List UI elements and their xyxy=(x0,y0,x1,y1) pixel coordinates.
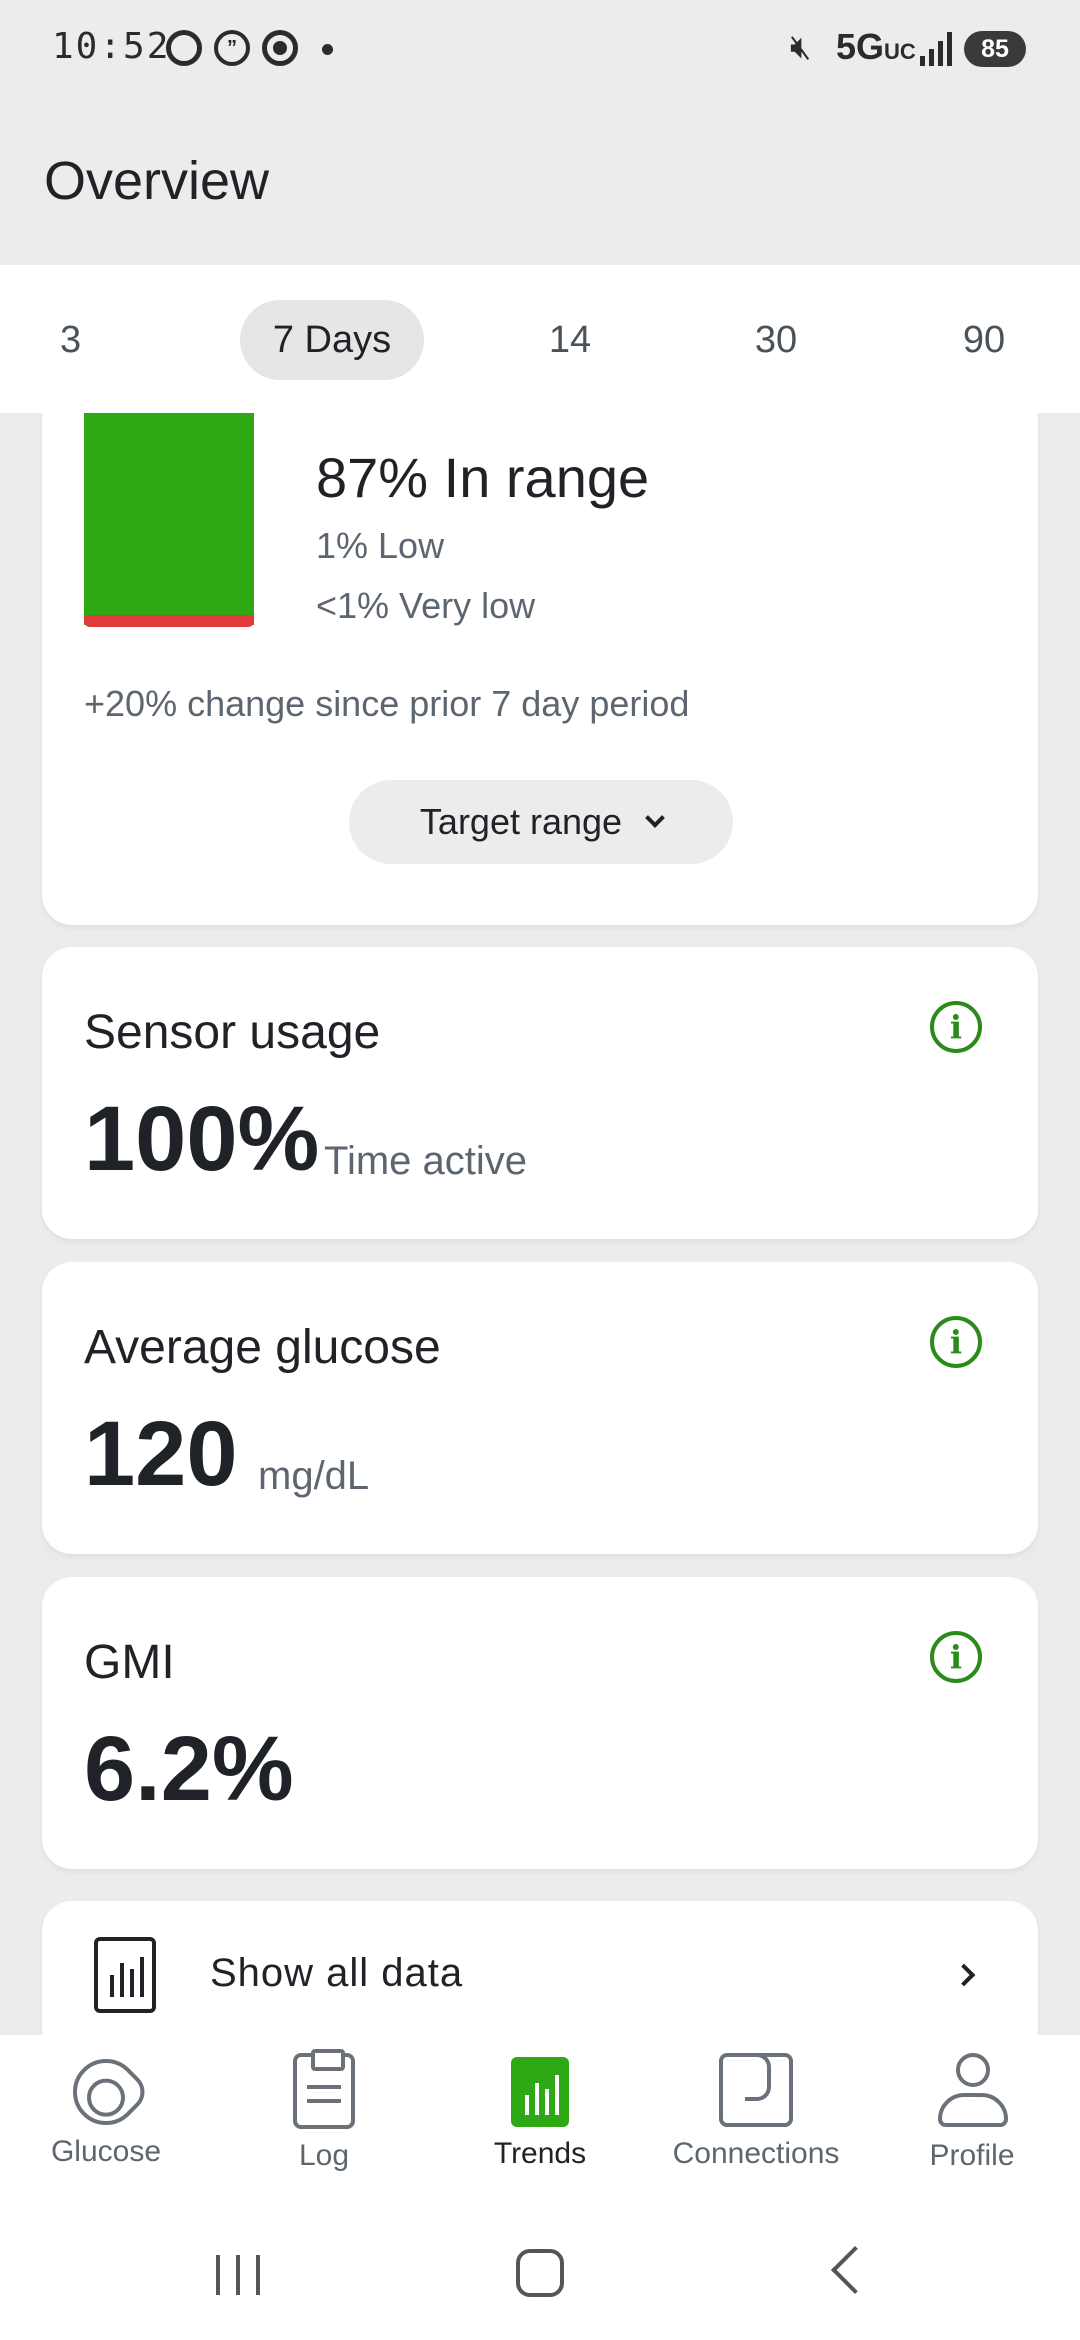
status-bar: 10:52 ” 🔇︎ 5GUC 85 xyxy=(0,0,1080,100)
average-glucose-unit: mg/dL xyxy=(258,1454,370,1498)
content-scroll[interactable]: 87% In range 1% Low <1% Very low +20% ch… xyxy=(0,413,1080,2035)
gmi-value: 6.2% xyxy=(84,1718,294,1820)
nav-profile[interactable]: Profile xyxy=(872,2053,1072,2203)
tab-14-days[interactable]: 14 xyxy=(520,300,620,380)
info-icon[interactable]: i xyxy=(930,1316,982,1368)
chevron-right-icon xyxy=(952,1963,976,1987)
in-range-value: 87% In range xyxy=(316,446,650,509)
sensor-usage-card: Sensor usage i 100% Time active xyxy=(42,947,1038,1239)
nav-label: Trends xyxy=(493,2137,587,2170)
sensor-usage-value: 100% xyxy=(84,1088,320,1190)
overview-screen: 10:52 ” 🔇︎ 5GUC 85 Overview 3 7 Days 14 … xyxy=(0,0,1080,2340)
nav-label: Connections xyxy=(672,2137,840,2170)
target-range-label: Target range xyxy=(419,801,623,842)
bar-chart-icon xyxy=(94,1937,156,2013)
bottom-nav: Glucose Log Trends Connections Profile xyxy=(0,2035,1080,2205)
battery-indicator: 85 xyxy=(964,31,1026,67)
connections-icon xyxy=(719,2053,793,2127)
home-icon[interactable] xyxy=(516,2249,564,2297)
info-icon[interactable]: i xyxy=(930,1631,982,1683)
tab-3-days[interactable]: 3 xyxy=(60,300,81,380)
nav-connections[interactable]: Connections xyxy=(656,2053,856,2203)
average-glucose-title: Average glucose xyxy=(84,1321,441,1374)
signal-icon xyxy=(920,32,952,66)
notification-circle-icon xyxy=(166,30,202,66)
nav-trends[interactable]: Trends xyxy=(440,2053,640,2203)
page-title: Overview xyxy=(44,151,270,211)
nav-label: Glucose xyxy=(50,2135,162,2168)
glucose-icon xyxy=(59,2045,153,2139)
show-all-data-row[interactable]: Show all data xyxy=(42,1901,1038,2035)
target-range-button[interactable]: Target range xyxy=(349,780,733,864)
range-tabs: 3 7 Days 14 30 90 xyxy=(0,265,1080,413)
very-low-value: <1% Very low xyxy=(316,585,536,626)
nav-label: Log xyxy=(298,2139,350,2172)
nav-label: Profile xyxy=(929,2139,1015,2172)
chevron-down-icon xyxy=(645,808,665,828)
in-range-bar xyxy=(84,413,254,625)
range-change-text: +20% change since prior 7 day period xyxy=(84,683,690,724)
back-icon[interactable] xyxy=(830,2245,880,2295)
network-indicator: 5GUC xyxy=(836,26,916,67)
mute-icon: 🔇︎ xyxy=(790,28,812,66)
show-all-data-label: Show all data xyxy=(210,1951,464,1995)
more-notifications-dot-icon xyxy=(322,44,333,55)
quote-notification-icon: ” xyxy=(214,30,250,66)
tab-7-days[interactable]: 7 Days xyxy=(240,300,424,380)
nav-glucose[interactable]: Glucose xyxy=(6,2045,206,2203)
recent-apps-icon[interactable] xyxy=(216,2255,262,2295)
person-icon xyxy=(934,2053,1010,2129)
gmi-card: GMI i 6.2% xyxy=(42,1577,1038,1869)
clipboard-icon xyxy=(293,2049,355,2129)
low-range-bar xyxy=(84,615,254,627)
average-glucose-value: 120 xyxy=(84,1403,238,1505)
tab-30-days[interactable]: 30 xyxy=(726,300,826,380)
target-notification-icon xyxy=(262,30,298,66)
app-header: Overview xyxy=(0,100,1080,265)
average-glucose-card: Average glucose i 120 mg/dL xyxy=(42,1262,1038,1554)
info-icon[interactable]: i xyxy=(930,1001,982,1053)
sensor-usage-unit: Time active xyxy=(324,1139,528,1183)
nav-log[interactable]: Log xyxy=(224,2049,424,2203)
status-time: 10:52 xyxy=(52,26,171,67)
low-value: 1% Low xyxy=(316,525,445,566)
bar-chart-icon xyxy=(511,2057,569,2127)
system-nav-bar xyxy=(0,2205,1080,2340)
time-in-range-card: 87% In range 1% Low <1% Very low +20% ch… xyxy=(42,413,1038,925)
sensor-usage-title: Sensor usage xyxy=(84,1006,381,1059)
tab-90-days[interactable]: 90 xyxy=(934,300,1034,380)
gmi-title: GMI xyxy=(84,1636,175,1689)
